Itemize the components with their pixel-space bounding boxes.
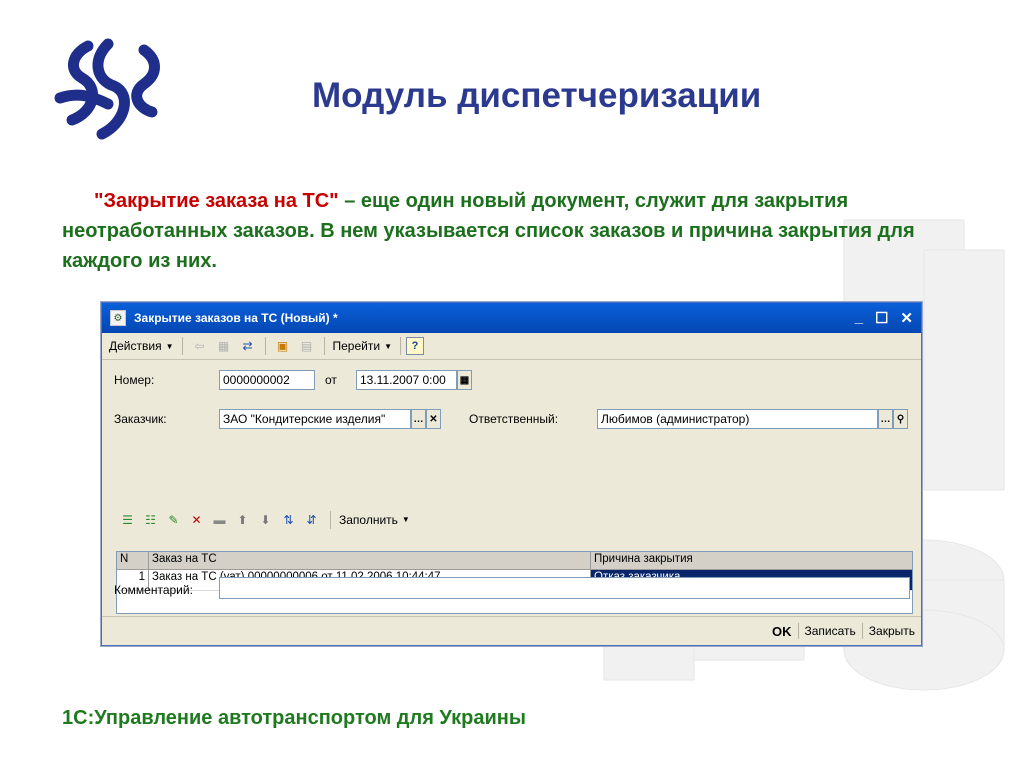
goto-menu[interactable]: Перейти ▼: [330, 339, 395, 353]
table-toolbar: ☰ ☷ ✎ ✕ ▬ ⬆ ⬇ ⇅ ⇵ Заполнить ▼: [118, 510, 413, 529]
button-bar: OK Записать Закрыть: [102, 616, 921, 645]
chevron-down-icon: ▼: [165, 341, 174, 351]
toolbar-divider: [323, 337, 325, 355]
customer-field[interactable]: ЗАО "Кондитерские изделия": [219, 409, 411, 429]
move-up-icon[interactable]: ⬆: [233, 510, 252, 529]
toolbar-divider: [330, 510, 331, 529]
structure-icon[interactable]: ▦: [214, 336, 234, 356]
chevron-down-icon: ▼: [384, 341, 392, 351]
customer-label: Заказчик:: [114, 412, 167, 426]
select-responsible-button[interactable]: …: [878, 409, 893, 429]
date-field[interactable]: 13.11.2007 0:00: [356, 370, 457, 390]
close-window-button[interactable]: ✕: [900, 309, 913, 327]
help-button[interactable]: ?: [405, 337, 424, 355]
toolbar-divider: [399, 337, 401, 355]
responsible-label: Ответственный:: [469, 412, 559, 426]
goto-menu-label: Перейти: [332, 339, 381, 353]
header-number[interactable]: N: [117, 552, 149, 569]
date-separator: от: [325, 373, 337, 387]
select-customer-button[interactable]: …: [411, 409, 426, 429]
number-label: Номер:: [114, 373, 155, 387]
post-document-icon[interactable]: ▣: [273, 336, 293, 356]
fill-menu[interactable]: Заполнить ▼: [336, 513, 413, 527]
header-reason[interactable]: Причина закрытия: [591, 552, 912, 569]
table-header: N Заказ на ТС Причина закрытия: [117, 552, 912, 570]
back-arrow-icon[interactable]: ⇦: [190, 336, 210, 356]
comment-label: Комментарий:: [114, 583, 193, 597]
main-toolbar: Действия ▼ ⇦ ▦ ⇄ ▣ ▤ Перейти ▼ ?: [102, 333, 921, 360]
document-window: ⚙ Закрытие заказов на ТС (Новый) * _ ☐ ✕…: [101, 302, 922, 646]
minimize-button[interactable]: _: [855, 309, 863, 327]
unpost-document-icon[interactable]: ▤: [297, 336, 317, 356]
number-field[interactable]: 0000000002: [219, 370, 315, 390]
sort-ascending-icon[interactable]: ⇅: [279, 510, 298, 529]
slide-title: Модуль диспетчеризации: [312, 76, 762, 115]
sort-descending-icon[interactable]: ⇵: [302, 510, 321, 529]
save-button[interactable]: Записать: [799, 624, 862, 638]
close-button[interactable]: Закрыть: [863, 624, 921, 638]
search-icon[interactable]: ⚲: [893, 409, 908, 429]
responsible-field[interactable]: Любимов (администратор): [597, 409, 878, 429]
comment-field[interactable]: [219, 577, 910, 599]
actions-menu[interactable]: Действия ▼: [106, 339, 177, 353]
window-titlebar[interactable]: ⚙ Закрытие заказов на ТС (Новый) * _ ☐ ✕: [102, 303, 921, 333]
header-order[interactable]: Заказ на ТС: [149, 552, 591, 569]
delete-row-icon[interactable]: ✕: [187, 510, 206, 529]
footer-caption: 1С:Управление автотранспортом для Украин…: [62, 707, 526, 729]
add-row-icon[interactable]: ☰: [118, 510, 137, 529]
toolbar-divider: [264, 337, 266, 355]
calendar-icon[interactable]: ▦: [457, 370, 472, 390]
window-title: Закрытие заказов на ТС (Новый) *: [134, 311, 338, 325]
company-logo: [54, 38, 160, 140]
clear-customer-icon[interactable]: ✕: [426, 409, 441, 429]
maximize-button[interactable]: ☐: [875, 309, 888, 327]
exchange-icon[interactable]: ⇄: [238, 336, 258, 356]
fill-menu-label: Заполнить: [339, 512, 398, 527]
slide-description: "Закрытие заказа на ТС" – еще один новый…: [62, 186, 982, 276]
move-down-icon[interactable]: ⬇: [256, 510, 275, 529]
copy-row-icon[interactable]: ☷: [141, 510, 160, 529]
actions-menu-label: Действия: [109, 339, 162, 353]
ok-button[interactable]: OK: [766, 624, 798, 639]
chevron-down-icon: ▼: [401, 515, 410, 524]
document-form: Номер: 0000000002 от 13.11.2007 0:00 ▦ З…: [102, 360, 921, 614]
description-highlight: "Закрытие заказа на ТС": [94, 190, 339, 212]
toolbar-divider: [181, 337, 183, 355]
edit-row-icon[interactable]: ✎: [164, 510, 183, 529]
end-edit-icon[interactable]: ▬: [210, 510, 229, 529]
document-icon: ⚙: [110, 310, 126, 326]
